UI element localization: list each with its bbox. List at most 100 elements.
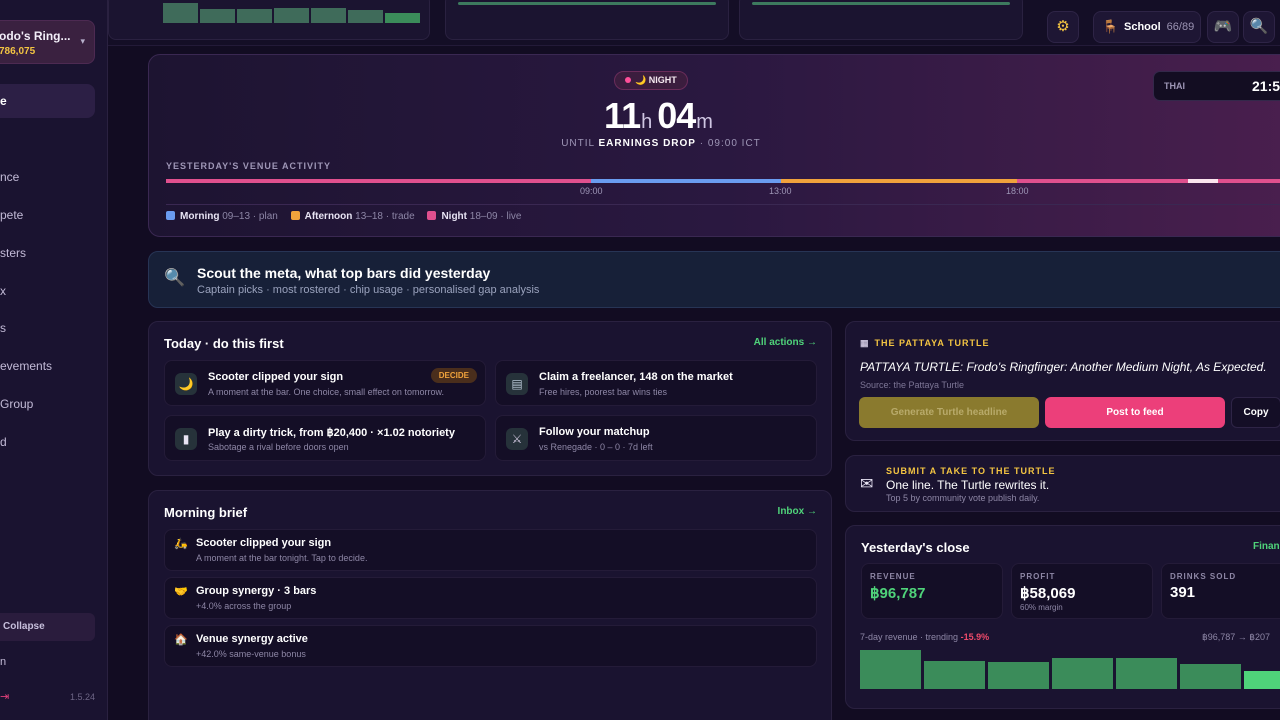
stat-card-profit: PROFIT ฿58,069 60% margin	[1011, 563, 1153, 619]
action-card[interactable]: ▤ Claim a freelancer, 148 on the market …	[495, 360, 817, 406]
copy-button[interactable]: Copy	[1231, 397, 1280, 428]
magnifier-icon: 🔍	[164, 268, 186, 287]
take-subtitle: Top 5 by community vote publish daily.	[886, 493, 1040, 503]
local-clock: THAI 21:5	[1153, 71, 1280, 101]
legend-swatch	[166, 211, 175, 220]
sidebar-item-2[interactable]	[0, 122, 95, 156]
brief-item[interactable]: 🤝 Group synergy · 3 bars +4.0% across th…	[164, 577, 817, 619]
mini-bar-chart	[163, 1, 423, 23]
morning-brief-panel: Morning brief Inbox → 🛵 Scooter clipped …	[148, 490, 832, 720]
legend-swatch	[290, 211, 300, 220]
panel-title: Morning brief	[164, 505, 248, 520]
activity-timeline	[166, 179, 1280, 183]
panel-title: Today · do this first	[164, 336, 284, 351]
mini-bar	[200, 9, 235, 23]
post-to-feed-button[interactable]: Post to feed	[1045, 397, 1225, 428]
countdown-hours: 11	[604, 95, 641, 136]
brief-subtitle: +4.0% across the group	[196, 601, 292, 611]
revenue-bar	[988, 662, 1049, 689]
moon-icon: 🌙	[175, 373, 197, 395]
school-button[interactable]: 🪑 School 66/89	[1093, 11, 1201, 43]
school-count: 66/89	[1166, 21, 1195, 33]
revenue-bar	[1180, 664, 1241, 689]
sidebar-footer-item[interactable]: n	[0, 656, 6, 668]
brief-title: Group synergy · 3 bars	[196, 585, 317, 597]
scooter-icon: 🛵	[174, 538, 188, 550]
tick-label: 09:00	[580, 186, 603, 196]
brief-title: Scooter clipped your sign	[196, 537, 332, 549]
status-dot-icon	[625, 77, 631, 83]
mini-progress-line	[752, 2, 1010, 5]
brief-item[interactable]: 🏠 Venue synergy active +42.0% same-venue…	[164, 625, 817, 667]
scout-meta-banner[interactable]: 🔍 Scout the meta, what top bars did yest…	[148, 251, 1280, 308]
generate-headline-button[interactable]: Generate Turtle headline	[859, 397, 1039, 428]
legend-item-afternoon: Afternoon 13–18 · trade	[290, 211, 415, 222]
search-icon[interactable]: 🔍	[1243, 11, 1275, 43]
brief-subtitle: A moment at the bar tonight. Tap to deci…	[196, 553, 368, 563]
stat-card-revenue: REVENUE ฿96,787	[861, 563, 1003, 619]
legend-range: 18–09 · live	[469, 211, 522, 222]
brief-title: Venue synergy active	[196, 633, 308, 645]
until-event: EARNINGS DROP	[598, 138, 696, 149]
countdown-timer: 11h 04m	[586, 95, 736, 137]
sidebar-item-home[interactable]: e	[0, 84, 95, 118]
sidebar-item-achievements[interactable]: evements	[0, 349, 95, 383]
legend-name: Night	[441, 211, 467, 222]
sidebar-item-group[interactable]: Group	[0, 387, 95, 421]
stat-card-drinks: DRINKS SOLD 391	[1161, 563, 1280, 619]
submit-take-panel[interactable]: ✉ SUBMIT A TAKE TO THE TURTLE One line. …	[845, 455, 1280, 512]
legend-range: 13–18 · trade	[355, 211, 415, 222]
earnings-countdown-hero: 🌙 NIGHT 11h 04m UNTIL EARNINGS DROP · 09:…	[148, 54, 1280, 237]
stat-label: DRINKS SOLD	[1170, 572, 1237, 581]
action-card[interactable]: ⚔ Follow your matchup vs Renegade · 0 – …	[495, 415, 817, 461]
trend-range: ฿96,787 → ฿207	[1202, 632, 1270, 642]
all-actions-link[interactable]: All actions →	[754, 337, 817, 348]
mini-bar	[163, 3, 198, 23]
timeline-segment-night	[166, 179, 591, 183]
brief-subtitle: +42.0% same-venue bonus	[196, 649, 306, 659]
settings-gear-icon[interactable]: ⚙	[1047, 11, 1079, 43]
sidebar-item-6[interactable]: x	[0, 274, 95, 308]
finance-link[interactable]: Financ	[1253, 541, 1280, 552]
trend-label: 7-day revenue · trending	[860, 632, 959, 642]
sidebar-item-compete[interactable]: pete	[0, 198, 95, 232]
brief-item[interactable]: 🛵 Scooter clipped your sign A moment at …	[164, 529, 817, 571]
sidebar-item-masters[interactable]: sters	[0, 236, 95, 270]
turtle-header: ▦ THE PATTAYA TURTLE	[860, 338, 990, 349]
newspaper-icon: ▦	[860, 338, 869, 348]
decide-badge: DECIDE	[430, 368, 477, 383]
divider	[166, 204, 1280, 205]
logout-icon[interactable]: ⇥	[0, 690, 9, 703]
sidebar-item-finance[interactable]: nce	[0, 160, 95, 194]
trend-value: -15.9%	[960, 632, 990, 642]
sidebar-item-10[interactable]: d	[0, 425, 95, 459]
mini-progress-card-2	[739, 0, 1023, 40]
tick-label: 13:00	[769, 186, 792, 196]
turtle-panel: ▦ THE PATTAYA TURTLE PATTAYA TURTLE: Frod…	[845, 321, 1280, 441]
revenue-bar	[1052, 658, 1113, 689]
action-card[interactable]: 🌙 Scooter clipped your sign A moment at …	[164, 360, 486, 406]
timeline-now-marker	[1188, 179, 1218, 183]
stat-value: ฿58,069	[1020, 585, 1076, 602]
timeline-legend: Morning 09–13 · plan Afternoon 13–18 · t…	[166, 211, 531, 222]
generate-label: Generate Turtle headline	[890, 407, 1008, 418]
turtle-source: Source: the Pattaya Turtle	[860, 380, 965, 390]
action-card[interactable]: ▮ Play a dirty trick, from ฿20,400 · ×1.…	[164, 415, 486, 461]
stat-value: 391	[1170, 584, 1196, 601]
timeline-segment-morning	[591, 179, 781, 183]
sidebar-item-7[interactable]: s	[0, 311, 95, 345]
countdown-caption: UNTIL EARNINGS DROP · 09:00 ICT	[511, 138, 811, 149]
collapse-button[interactable]: Collapse	[0, 613, 95, 641]
stat-subtitle: 60% margin	[1020, 603, 1063, 612]
legend-swatch	[427, 211, 437, 220]
revenue-bar-chart	[860, 646, 1280, 689]
legend-item-night: Night 18–09 · live	[427, 211, 521, 222]
action-subtitle: Sabotage a rival before doors open	[208, 442, 349, 452]
gamepad-icon[interactable]: 🎮	[1207, 11, 1239, 43]
countdown-minutes: 04	[657, 95, 696, 136]
until-prefix: UNTIL	[561, 138, 595, 149]
envelope-icon: ✉	[860, 476, 874, 493]
yesterdays-close-panel: Yesterday's close Financ REVENUE ฿96,787…	[845, 525, 1280, 709]
account-switcher[interactable]: odo's Ring... 786,075 ▾	[0, 20, 95, 64]
inbox-link[interactable]: Inbox →	[778, 506, 817, 517]
